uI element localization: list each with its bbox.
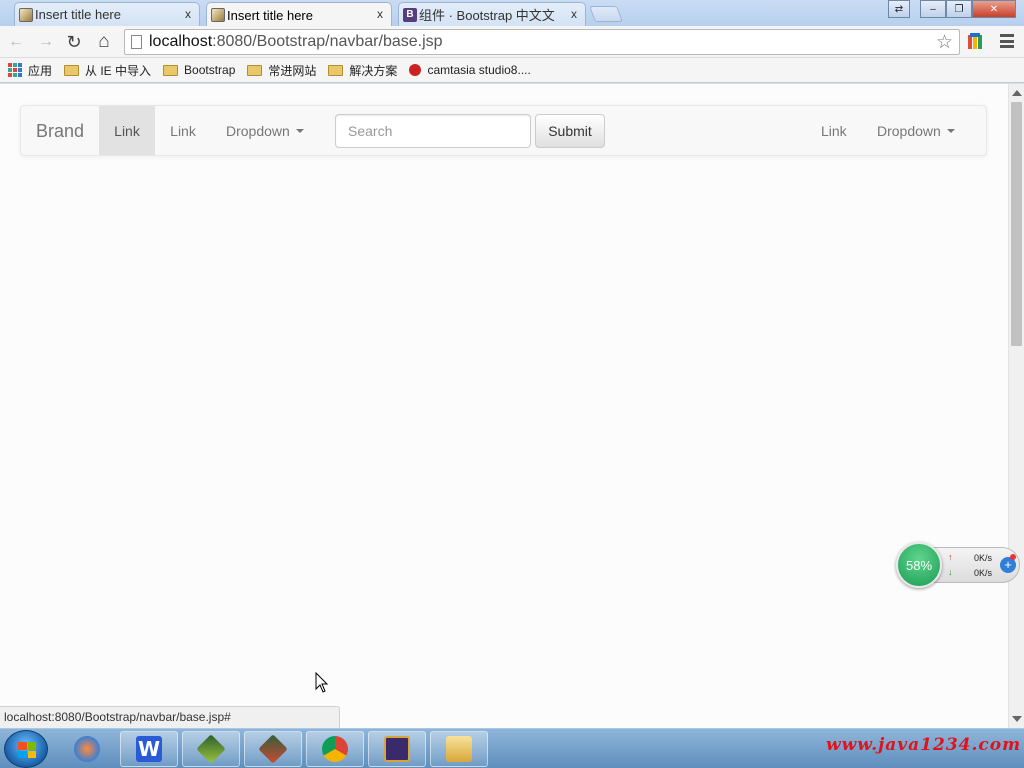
caret-down-icon <box>946 128 955 133</box>
download-arrow-icon: ↓ <box>948 567 953 577</box>
page-scrollbar[interactable] <box>1008 84 1024 728</box>
tab-insert-title-1[interactable]: Insert title here x <box>14 2 200 26</box>
tab-title: Insert title here <box>35 7 121 22</box>
bookmark-label: 应用 <box>28 63 53 78</box>
navbar-search-input[interactable] <box>335 114 531 148</box>
browser-toolbar: ← → ↻ ⌂ localhost:8080/Bootstrap/navbar/… <box>0 26 1024 58</box>
nav-link-active[interactable]: Link <box>99 106 155 155</box>
dropdown-label: Dropdown <box>226 122 290 139</box>
camtasia-icon <box>409 64 422 76</box>
tab-close-icon[interactable]: x <box>185 7 191 21</box>
explorer-icon[interactable] <box>430 731 488 767</box>
java-ee-ide-icon[interactable] <box>368 731 426 767</box>
link-status-bubble: localhost:8080/Bootstrap/navbar/base.jsp… <box>0 706 340 728</box>
forward-icon[interactable]: → <box>36 32 56 52</box>
window-switch-button[interactable]: ⇄ <box>888 0 910 18</box>
dropdown-label: Dropdown <box>877 122 941 139</box>
extension-icon[interactable] <box>966 32 986 52</box>
app-launcher-icon[interactable] <box>58 731 116 767</box>
bookmark-label: 解决方案 <box>349 63 398 78</box>
nav-dropdown[interactable]: Dropdown <box>226 106 304 155</box>
tab-close-icon[interactable]: x <box>571 7 577 21</box>
chrome-menu-icon[interactable] <box>1000 34 1014 48</box>
minimize-button[interactable]: – <box>920 0 946 18</box>
bookmark-solutions[interactable]: 解决方案 <box>328 62 397 79</box>
page-favicon-icon <box>19 8 33 22</box>
app-icon-2[interactable] <box>244 731 302 767</box>
bookmark-label: 常进网站 <box>268 63 317 78</box>
new-tab-button[interactable] <box>589 6 623 22</box>
folder-icon <box>64 64 80 76</box>
apps-icon <box>8 63 22 77</box>
site-watermark: www.java1234.com <box>826 735 1022 755</box>
reload-icon[interactable]: ↻ <box>64 32 84 52</box>
page-icon <box>131 35 142 49</box>
scroll-thumb[interactable] <box>1011 102 1022 346</box>
network-speed-widget[interactable]: 58% ↑ ↓ 0K/s 0K/s + <box>896 542 1022 588</box>
folder-icon <box>247 64 263 76</box>
bookmark-label: camtasia studio8.... <box>427 63 531 77</box>
nav-dropdown-right[interactable]: Dropdown <box>877 106 955 155</box>
usage-circle[interactable]: 58% <box>896 542 942 588</box>
bookmark-label: 从 IE 中导入 <box>85 63 152 78</box>
bookmark-bootstrap[interactable]: Bootstrap <box>163 63 235 77</box>
scroll-down-icon[interactable] <box>1012 716 1022 722</box>
upload-rate: 0K/s <box>974 553 993 563</box>
close-window-button[interactable]: ✕ <box>972 0 1016 18</box>
bookmark-sites[interactable]: 常进网站 <box>247 62 316 79</box>
caret-down-icon <box>295 128 304 133</box>
bookmarks-bar: 应用 从 IE 中导入 Bootstrap 常进网站 解决方案 camtasia… <box>0 58 1024 83</box>
nav-link-right[interactable]: Link <box>821 106 847 155</box>
navbar-brand[interactable]: Brand <box>36 121 84 142</box>
tab-close-icon[interactable]: x <box>377 7 383 21</box>
bootstrap-icon: B <box>403 8 417 22</box>
wps-writer-icon[interactable]: W <box>120 731 178 767</box>
bookmark-apps[interactable]: 应用 <box>8 62 52 79</box>
address-url: localhost:8080/Bootstrap/navbar/base.jsp <box>149 33 443 50</box>
chrome-icon[interactable] <box>306 731 364 767</box>
nav-link[interactable]: Link <box>155 106 211 155</box>
scroll-up-icon[interactable] <box>1012 90 1022 96</box>
download-rate: 0K/s <box>974 568 993 578</box>
notification-dot <box>1010 554 1016 560</box>
upload-arrow-icon: ↑ <box>948 552 953 562</box>
address-bar[interactable]: localhost:8080/Bootstrap/navbar/base.jsp… <box>124 29 960 55</box>
maximize-button[interactable]: ❐ <box>946 0 972 18</box>
tab-strip: Insert title here x Insert title here x … <box>0 0 1024 27</box>
tab-title: Insert title here <box>227 7 313 23</box>
page-viewport: Brand Link Link Dropdown Submit Link Dro… <box>0 84 1008 728</box>
bookmark-star-icon[interactable]: ☆ <box>936 31 953 54</box>
app-icon-1[interactable] <box>182 731 240 767</box>
bookmark-camtasia[interactable]: camtasia studio8.... <box>409 63 531 77</box>
folder-icon <box>328 64 344 76</box>
back-icon[interactable]: ← <box>6 32 26 52</box>
page-favicon-icon <box>211 8 225 22</box>
folder-icon <box>163 64 179 76</box>
tab-bootstrap-components[interactable]: B 组件 · Bootstrap 中文文 x <box>398 2 586 26</box>
tab-title: 组件 · Bootstrap 中文文 <box>419 8 555 23</box>
bookmark-label: Bootstrap <box>184 63 236 77</box>
mouse-cursor-icon <box>315 672 329 693</box>
submit-button[interactable]: Submit <box>535 114 605 148</box>
tab-insert-title-2[interactable]: Insert title here x <box>206 2 392 27</box>
windows-start-button[interactable] <box>4 730 48 768</box>
bookmark-import-ie[interactable]: 从 IE 中导入 <box>64 62 151 79</box>
home-icon[interactable]: ⌂ <box>94 31 114 52</box>
bootstrap-navbar: Brand Link Link Dropdown Submit Link Dro… <box>20 105 987 156</box>
